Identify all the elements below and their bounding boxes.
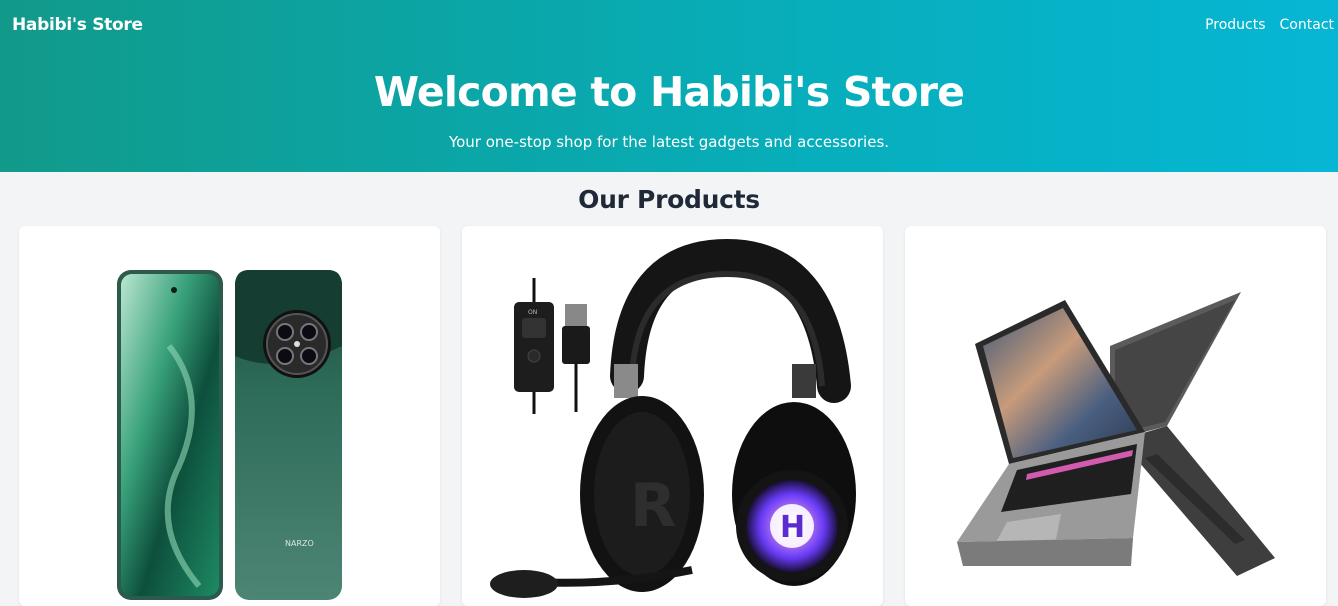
main-nav: Products Contact xyxy=(1205,17,1334,33)
headset-control-label: ON xyxy=(528,309,537,316)
svg-text:H: H xyxy=(780,510,805,545)
svg-text:R: R xyxy=(630,471,676,541)
nav-contact-link[interactable]: Contact xyxy=(1280,17,1334,33)
hero-subtitle: Your one-stop shop for the latest gadget… xyxy=(448,133,890,151)
laptop-case-image xyxy=(957,292,1275,576)
nav-products-link[interactable]: Products xyxy=(1205,17,1265,33)
product-card[interactable]: NARZO xyxy=(19,226,440,606)
smartphone-image: NARZO xyxy=(117,270,342,600)
product-card[interactable] xyxy=(905,226,1326,606)
hero-banner: Habibi's Store Products Contact Welcome … xyxy=(0,0,1338,172)
products-section-title: Our Products xyxy=(578,185,760,214)
gaming-headset-image: ON R H xyxy=(490,238,856,598)
product-card[interactable]: ON R H xyxy=(462,226,883,606)
brand-logo[interactable]: Habibi's Store xyxy=(12,15,143,35)
phone-brand-text: NARZO xyxy=(285,539,314,548)
hero-title: Welcome to Habibi's Store xyxy=(373,68,965,116)
